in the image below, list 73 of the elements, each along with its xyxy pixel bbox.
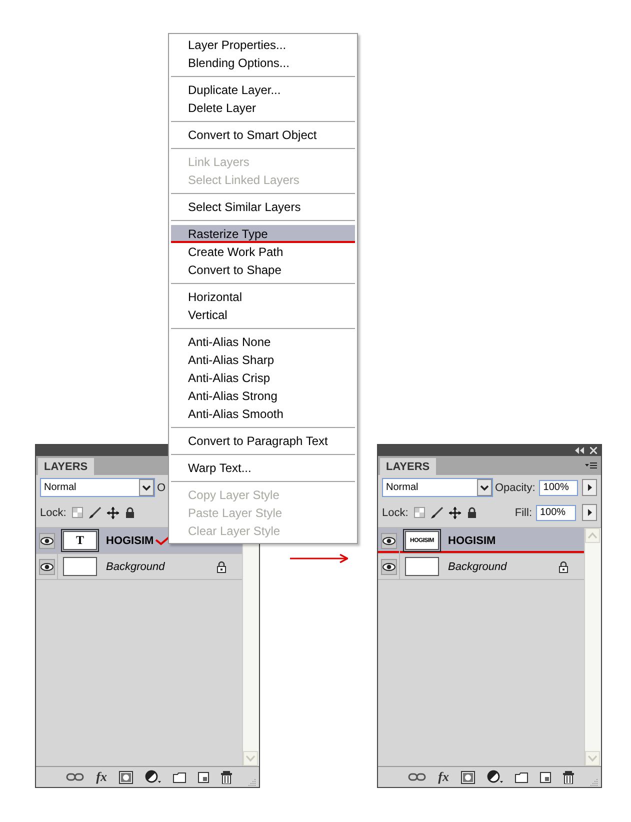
blend-mode-dropdown[interactable]: Normal	[382, 478, 493, 497]
slider-toggle-icon[interactable]	[582, 504, 597, 521]
trash-icon[interactable]	[563, 770, 574, 784]
menu-item[interactable]: Warp Text...	[171, 459, 355, 477]
fill-label: Fill:	[514, 506, 532, 518]
layer-name: Background	[106, 560, 165, 572]
layer-style-button[interactable]: fx	[96, 769, 107, 785]
menu-item[interactable]: Delete Layer	[171, 99, 355, 117]
lock-transparency-icon[interactable]	[72, 507, 84, 518]
brush-icon[interactable]	[89, 506, 102, 518]
mask-icon[interactable]	[119, 770, 133, 784]
layer-thumbnail	[63, 557, 97, 576]
menu-item[interactable]: Blending Options...	[171, 54, 355, 72]
layer-name: HOGISIM	[106, 534, 154, 546]
menu-item[interactable]: Layer Properties...	[171, 36, 355, 54]
brush-icon[interactable]	[431, 506, 444, 518]
lock-transparency-icon[interactable]	[414, 507, 426, 518]
close-icon[interactable]	[590, 447, 597, 454]
eye-icon[interactable]	[380, 532, 396, 548]
menu-item[interactable]: Convert to Paragraph Text	[171, 432, 355, 450]
eye-icon[interactable]	[38, 558, 54, 574]
resize-grip-icon[interactable]	[247, 778, 256, 787]
type-thumbnail: T	[63, 531, 97, 550]
layer-row[interactable]: Background	[36, 554, 242, 580]
layer-row[interactable]: Background	[378, 554, 584, 580]
link-icon[interactable]	[408, 773, 426, 781]
mask-icon[interactable]	[461, 770, 475, 784]
eye-icon[interactable]	[380, 558, 396, 574]
panel-tab[interactable]: LAYERS	[380, 458, 436, 475]
menu-item[interactable]: Anti-Alias Smooth	[171, 405, 355, 423]
new-layer-icon[interactable]	[198, 772, 209, 782]
layer-thumbnail	[405, 557, 439, 576]
layer-style-button[interactable]: fx	[438, 769, 449, 785]
lock-label: Lock:	[40, 506, 66, 518]
slider-toggle-icon[interactable]	[582, 479, 597, 496]
menu-item[interactable]: Convert to Smart Object	[171, 126, 355, 144]
move-icon[interactable]	[107, 506, 120, 518]
lock-icon[interactable]	[125, 506, 136, 518]
trash-icon[interactable]	[221, 770, 232, 784]
lock-label: Lock:	[382, 506, 408, 518]
link-icon[interactable]	[66, 773, 84, 781]
fill-field[interactable]: 100%	[536, 504, 576, 520]
lock-icon[interactable]	[467, 506, 478, 518]
eye-icon[interactable]	[38, 532, 54, 548]
menu-item[interactable]: Anti-Alias None	[171, 333, 355, 351]
menu-item[interactable]: Create Work Path	[171, 243, 355, 261]
lock-icon	[558, 560, 569, 572]
panel-tab[interactable]: LAYERS	[38, 458, 94, 475]
opacity-label: Opacity:	[494, 482, 536, 494]
menu-item[interactable]: Select Similar Layers	[171, 198, 355, 216]
collapse-icon[interactable]	[575, 447, 584, 454]
opacity-label: O	[157, 482, 166, 494]
menu-item[interactable]: Horizontal	[171, 288, 355, 306]
adjustment-icon[interactable]	[487, 770, 503, 784]
folder-icon[interactable]	[173, 772, 186, 782]
menu-item[interactable]: Convert to Shape	[171, 261, 355, 279]
menu-item[interactable]: Rasterize Type	[171, 225, 355, 243]
blend-mode-dropdown[interactable]: Normal	[40, 478, 155, 497]
opacity-field[interactable]: 100%	[539, 480, 578, 496]
move-icon[interactable]	[449, 506, 462, 518]
menu-item[interactable]: Anti-Alias Crisp	[171, 369, 355, 387]
menu-item[interactable]: Duplicate Layer...	[171, 81, 355, 99]
adjustment-icon[interactable]	[145, 770, 161, 784]
menu-item[interactable]: Vertical	[171, 306, 355, 324]
resize-grip-icon[interactable]	[589, 778, 598, 787]
layer-name: Background	[448, 560, 507, 572]
menu-item[interactable]: Anti-Alias Strong	[171, 387, 355, 405]
menu-item[interactable]: Anti-Alias Sharp	[171, 351, 355, 369]
new-layer-icon[interactable]	[540, 772, 551, 782]
folder-icon[interactable]	[515, 772, 528, 782]
menu-icon[interactable]	[585, 462, 597, 470]
lock-icon	[216, 560, 227, 572]
layer-name: HOGISIM	[448, 534, 496, 546]
